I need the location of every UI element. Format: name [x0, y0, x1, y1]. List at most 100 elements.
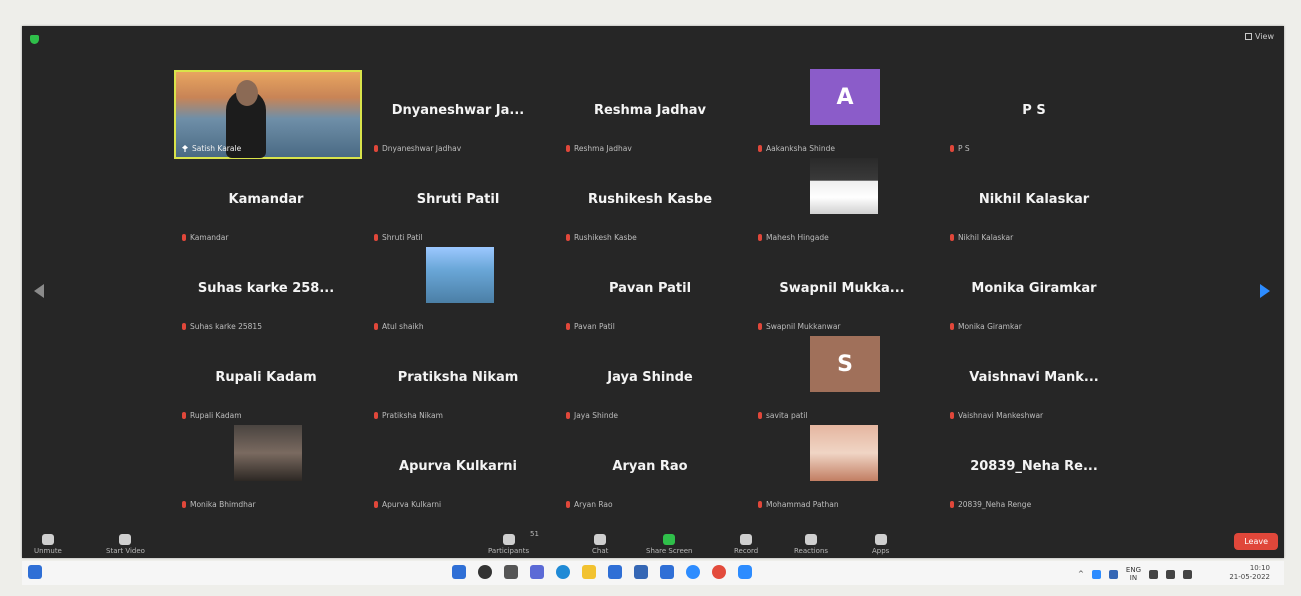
muted-microphone-icon	[566, 412, 570, 419]
record-button[interactable]: Record	[734, 534, 758, 555]
participant-display-name: Dnyaneshwar Ja...	[391, 103, 525, 118]
participant-tile[interactable]: P S P S	[938, 70, 1130, 159]
participant-display-name: Pavan Patil	[608, 281, 692, 296]
widgets-icon[interactable]	[28, 565, 42, 579]
participant-tile[interactable]: A Aakanksha Shinde	[746, 69, 938, 159]
participant-label-text: Monika Bhimdhar	[190, 500, 256, 509]
participant-label-text: Vaishnavi Mankeshwar	[958, 411, 1044, 420]
clock[interactable]: 10:10 21-05-2022	[1229, 564, 1270, 582]
settings-icon[interactable]	[686, 565, 700, 579]
participant-label-text: Dnyaneshwar Jadhav	[382, 144, 462, 153]
participant-tile[interactable]: Kamandar Kamandar	[170, 159, 362, 248]
chat-label: Chat	[592, 547, 609, 555]
participant-name-label: P S	[950, 144, 970, 153]
participant-tile[interactable]: Nikhil Kalaskar Nikhil Kalaskar	[938, 159, 1130, 248]
participant-label-text: Satish Karale	[192, 144, 242, 153]
participant-name-label: Suhas karke 25815	[182, 322, 262, 331]
participant-tile[interactable]: Apurva Kulkarni Apurva Kulkarni	[362, 426, 554, 515]
search-icon[interactable]	[478, 565, 492, 579]
start-video-button[interactable]: Start Video	[106, 534, 145, 555]
store-icon[interactable]	[608, 565, 622, 579]
participants-count: 51	[530, 530, 539, 538]
edge-icon[interactable]	[556, 565, 570, 579]
participant-display-name: Jaya Shinde	[607, 370, 693, 385]
participant-tile[interactable]: Aryan Rao Aryan Rao	[554, 426, 746, 515]
participant-name-label: Satish Karale	[182, 144, 241, 153]
chevron-up-icon[interactable]: ^	[1078, 570, 1084, 578]
zoom-tray-icon[interactable]	[1091, 569, 1101, 579]
muted-microphone-icon	[374, 412, 378, 419]
participant-label-text: Mohammad Pathan	[766, 500, 839, 509]
battery-icon[interactable]	[1183, 569, 1192, 579]
participant-label-text: savita patil	[766, 411, 808, 420]
participant-tile[interactable]: Rupali Kadam Rupali Kadam	[170, 337, 362, 426]
next-page-arrow-icon[interactable]	[1260, 284, 1270, 298]
muted-microphone-icon	[950, 145, 954, 152]
participant-display-name: P S	[1022, 103, 1046, 118]
participant-tile[interactable]: Swapnil Mukka... Swapnil Mukkanwar	[746, 248, 938, 337]
teams-chat-icon[interactable]	[530, 565, 544, 579]
participant-tile[interactable]: Suhas karke 258... Suhas karke 25815	[170, 248, 362, 337]
photos-icon[interactable]	[660, 565, 674, 579]
chrome-icon[interactable]	[712, 565, 726, 579]
windows-taskbar: ^ ENG IN 10:10 21-05-2022	[22, 561, 1284, 585]
participant-tile[interactable]: Dnyaneshwar Ja... Dnyaneshwar Jadhav	[362, 70, 554, 159]
participant-tile[interactable]: Mahesh Hingade	[746, 158, 938, 248]
participant-tile[interactable]: Pratiksha Nikam Pratiksha Nikam	[362, 337, 554, 426]
participant-label-text: P S	[958, 144, 970, 153]
participant-name-label: Swapnil Mukkanwar	[758, 322, 841, 331]
chat-button[interactable]: Chat	[592, 534, 608, 555]
participant-tile[interactable]: Monika Bhimdhar	[170, 425, 362, 515]
meeting-toolbar: Unmute Start Video Participants 51 Chat …	[22, 524, 1284, 558]
participant-tile[interactable]: Jaya Shinde Jaya Shinde	[554, 337, 746, 426]
participant-gallery: Satish Karale Dnyaneshwar Ja... Dnyaneshwa…	[170, 69, 1130, 515]
participants-button[interactable]: Participants	[488, 534, 529, 555]
participant-profile-photo	[810, 425, 878, 481]
language-sub-label: IN	[1129, 574, 1138, 582]
participant-tile[interactable]: Shruti Patil Shruti Patil	[362, 159, 554, 248]
start-video-label: Start Video	[106, 547, 145, 555]
participant-label-text: Shruti Patil	[382, 233, 423, 242]
previous-page-arrow-icon[interactable]	[34, 284, 44, 298]
participant-tile[interactable]: Reshma Jadhav Reshma Jadhav	[554, 70, 746, 159]
participant-label-text: Kamandar	[190, 233, 229, 242]
participant-tile[interactable]: Ssavita patil	[746, 336, 938, 426]
participant-name-label: Reshma Jadhav	[566, 144, 632, 153]
system-tray: ^ ENG IN	[1078, 566, 1192, 582]
muted-microphone-icon	[374, 145, 378, 152]
participant-tile[interactable]: Monika Giramkar Monika Giramkar	[938, 248, 1130, 337]
participant-tile[interactable]: Pavan Patil Pavan Patil	[554, 248, 746, 337]
participant-tile[interactable]: Atul shaikh	[362, 247, 554, 337]
zoom-app-icon[interactable]	[738, 565, 752, 579]
participant-tile[interactable]: Satish Karale	[170, 70, 362, 159]
participant-label-text: Rushikesh Kasbe	[574, 233, 637, 242]
start-icon[interactable]	[452, 565, 466, 579]
unmute-button[interactable]: Unmute	[34, 534, 62, 555]
task-view-icon[interactable]	[504, 565, 518, 579]
clock-date: 21-05-2022	[1229, 573, 1270, 581]
reactions-button[interactable]: Reactions	[794, 534, 828, 555]
share-screen-button[interactable]: Share Screen	[646, 534, 693, 555]
pin-icon	[182, 145, 188, 152]
apps-button[interactable]: Apps	[872, 534, 889, 555]
participant-tile[interactable]: Rushikesh Kasbe Rushikesh Kasbe	[554, 159, 746, 248]
view-button[interactable]: View	[1245, 32, 1274, 41]
volume-icon[interactable]	[1166, 569, 1175, 579]
leave-button[interactable]: Leave	[1234, 533, 1278, 550]
participant-tile[interactable]: Mohammad Pathan	[746, 425, 938, 515]
language-indicator[interactable]: ENG IN	[1126, 566, 1141, 582]
window-title-strip	[18, 10, 1288, 26]
muted-microphone-icon	[182, 234, 186, 241]
participant-avatar: A	[810, 69, 880, 125]
participant-label-text: Monika Giramkar	[958, 322, 1022, 331]
participant-tile[interactable]: Vaishnavi Mank... Vaishnavi Mankeshwar	[938, 337, 1130, 426]
wifi-icon[interactable]	[1149, 569, 1158, 579]
file-explorer-icon[interactable]	[582, 565, 596, 579]
encryption-shield-icon[interactable]	[30, 35, 39, 44]
muted-microphone-icon	[758, 501, 762, 508]
participant-name-label: Rupali Kadam	[182, 411, 242, 420]
dropbox-tray-icon[interactable]	[1108, 569, 1118, 579]
participant-tile[interactable]: 20839_Neha Re... 20839_Neha Renge	[938, 426, 1130, 515]
dropbox-icon[interactable]	[634, 565, 648, 579]
screenshot-frame: View Satish Karale Dnyaneshwar Ja... Dnyan…	[0, 0, 1301, 596]
